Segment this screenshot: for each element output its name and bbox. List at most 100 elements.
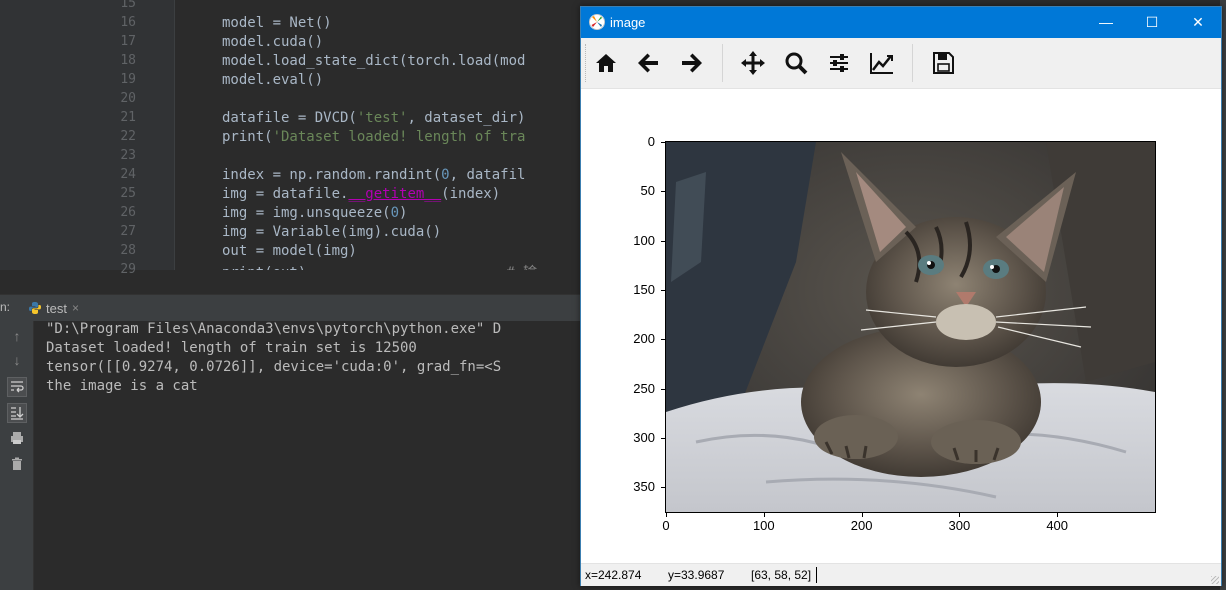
y-tick-label: 350 xyxy=(633,479,655,495)
code-line: index = np.random.randint(0, datafil xyxy=(222,167,525,183)
x-tick-mark xyxy=(861,513,863,517)
code-line: img = datafile.__getitem__(index) xyxy=(222,186,500,202)
line-number: 21 xyxy=(120,110,136,125)
edit-axis-icon[interactable] xyxy=(866,47,898,79)
code-line: print('Dataset loaded! length of tra xyxy=(222,129,525,145)
code-line: out = model(img) xyxy=(222,243,357,259)
window-title: image xyxy=(610,15,646,30)
code-token: __getitem__ xyxy=(348,186,442,202)
line-number: 27 xyxy=(120,224,136,239)
x-tick-mark xyxy=(959,513,961,517)
y-tick-label: 0 xyxy=(647,134,655,149)
run-tab-test[interactable]: test × xyxy=(26,295,88,321)
line-number: 19 xyxy=(120,72,136,87)
line-number: 24 xyxy=(120,167,136,182)
code-token: model = Net() xyxy=(222,15,332,31)
y-tick-label: 300 xyxy=(633,430,655,445)
x-tick-label: 300 xyxy=(948,518,971,533)
editor-left-panel xyxy=(0,0,110,270)
code-line: print(out) # 输 xyxy=(222,262,537,270)
window-titlebar[interactable]: image — ☐ ✕ xyxy=(581,7,1221,38)
y-tick-mark xyxy=(661,142,665,143)
y-tick-label: 100 xyxy=(633,232,655,248)
x-tick-label: 400 xyxy=(1046,518,1069,533)
y-tick-mark xyxy=(661,438,665,439)
status-divider xyxy=(816,567,817,583)
save-icon[interactable] xyxy=(927,47,959,79)
line-number: 22 xyxy=(120,129,136,144)
code-token: model.cuda() xyxy=(222,34,324,50)
figure-canvas[interactable]: 0 100 200 300 400 0 50 100 150 200 250 300 350 xyxy=(581,89,1221,563)
code-token: print(out) xyxy=(222,265,306,270)
minimize-button[interactable]: — xyxy=(1083,7,1129,38)
toolbar-grip[interactable] xyxy=(585,44,589,82)
python-icon xyxy=(29,302,41,314)
soft-wrap-icon[interactable] xyxy=(7,377,27,397)
console-line: "D:\Program Files\Anaconda3\envs\pytorch… xyxy=(46,321,502,337)
back-arrow-icon[interactable] xyxy=(633,47,665,79)
line-number: 29 xyxy=(120,262,136,277)
code-editor[interactable]: model = Net() model.cuda() model.load_stat… xyxy=(176,0,581,270)
line-number: 26 xyxy=(120,205,136,220)
image-axes[interactable] xyxy=(665,141,1156,513)
up-arrow-icon[interactable]: ↑ xyxy=(8,327,26,345)
code-line: model.load_state_dict(torch.load(mod xyxy=(222,53,525,69)
maximize-button[interactable]: ☐ xyxy=(1129,7,1175,38)
y-tick-mark xyxy=(661,487,665,489)
code-token: datafile = DVCD( xyxy=(222,110,357,126)
close-button[interactable]: ✕ xyxy=(1175,7,1221,38)
zoom-icon[interactable] xyxy=(780,47,812,79)
code-token: ) xyxy=(399,205,408,221)
down-arrow-icon[interactable]: ↓ xyxy=(8,351,26,369)
code-token: img = img.unsqueeze( xyxy=(222,205,391,221)
code-token: model.eval() xyxy=(222,72,324,88)
line-number: 17 xyxy=(120,34,136,49)
code-token: img = Variable(img).cuda() xyxy=(222,224,442,240)
console-line: the image is a cat xyxy=(46,378,198,394)
x-tick-label: 100 xyxy=(752,518,775,533)
home-icon[interactable] xyxy=(590,47,622,79)
code-token: # 输 xyxy=(506,265,537,270)
code-token: out = model(img) xyxy=(222,243,357,259)
code-token: model.load_state_dict(torch.load(mod xyxy=(222,53,526,69)
y-tick-label: 150 xyxy=(633,282,655,297)
run-console-output[interactable]: "D:\Program Files\Anaconda3\envs\pytorch… xyxy=(34,321,581,590)
kitten-image xyxy=(666,142,1155,512)
code-line: model = Net() xyxy=(222,15,332,31)
code-token: 0 xyxy=(441,167,450,183)
x-tick-mark xyxy=(1057,513,1059,517)
code-line: datafile = DVCD('test', dataset_dir) xyxy=(222,110,525,126)
code-token: img = datafile. xyxy=(222,186,349,202)
x-tick-label: 0 xyxy=(662,518,670,533)
line-number: 16 xyxy=(120,15,136,30)
matplotlib-logo-icon xyxy=(589,14,605,30)
code-token: 0 xyxy=(390,205,400,221)
line-number: 15 xyxy=(120,0,136,11)
close-tab-icon[interactable]: × xyxy=(72,301,79,315)
line-number: 23 xyxy=(120,148,136,163)
x-tick-label: 200 xyxy=(850,518,873,533)
code-token: 'Dataset loaded! length of tra xyxy=(272,129,526,145)
matplotlib-figure-window: image — ☐ ✕ 0 100 200 300 400 0 50 100 1… xyxy=(580,6,1222,586)
pan-icon[interactable] xyxy=(737,47,769,79)
subplots-config-icon[interactable] xyxy=(823,47,855,79)
cursor-y-readout: y=33.9687 xyxy=(668,568,725,582)
resize-grip-icon[interactable] xyxy=(1211,576,1219,584)
y-tick-mark xyxy=(661,240,665,242)
cursor-x-readout: x=242.874 xyxy=(585,568,642,582)
pixel-rgb-readout: [63, 58, 52] xyxy=(751,568,812,582)
x-tick-mark xyxy=(763,513,765,517)
line-number: 18 xyxy=(120,53,136,68)
y-tick-label: 250 xyxy=(633,380,655,396)
console-toolbar: ↑ ↓ xyxy=(0,321,34,590)
code-token: print( xyxy=(222,129,273,145)
trash-icon[interactable] xyxy=(8,455,26,473)
console-line: tensor([[0.9274, 0.0726]], device='cuda:… xyxy=(46,359,502,375)
forward-arrow-icon[interactable] xyxy=(675,47,707,79)
scroll-to-end-icon[interactable] xyxy=(7,403,27,423)
run-tab-label: test xyxy=(46,301,67,316)
code-line: img = Variable(img).cuda() xyxy=(222,224,441,240)
print-icon[interactable] xyxy=(8,429,26,447)
y-tick-mark xyxy=(661,290,665,291)
console-line: Dataset loaded! length of train set is 1… xyxy=(46,340,417,356)
